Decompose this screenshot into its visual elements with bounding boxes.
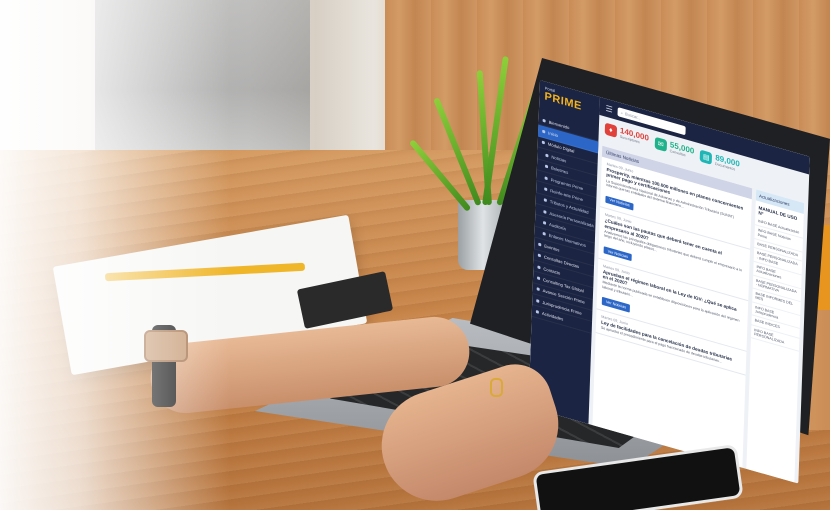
sidebar-item-icon xyxy=(536,287,540,292)
sidebar-item-label: Auditoría xyxy=(548,221,566,232)
sidebar-item-icon xyxy=(537,276,541,281)
sidebar-menu: Bienvenido Inicio Módulo Digital Noticias Bo… xyxy=(531,113,599,334)
news-panel: Últimas Noticias Martes 09, Junio Prosper… xyxy=(592,145,753,468)
sidebar-item-icon xyxy=(543,221,547,225)
sidebar-item-icon xyxy=(544,164,549,169)
stat-card: ▤ 89,000 Documentos xyxy=(700,149,740,173)
sidebar-item-label: Boletines xyxy=(550,165,569,176)
sidebar-item-icon xyxy=(542,118,546,123)
sidebar-item-icon xyxy=(537,264,541,269)
sidebar-item-icon xyxy=(542,129,546,134)
sidebar-item-icon xyxy=(543,209,547,214)
sidebar-item-icon xyxy=(544,175,548,180)
menu-icon[interactable]: ☰ xyxy=(605,103,612,114)
search-icon: ⌕ xyxy=(620,109,624,116)
stat-text: 140,000 Suscriptores xyxy=(620,126,649,147)
sidebar-item-icon xyxy=(536,298,540,303)
sidebar-item-label: Eventos xyxy=(544,243,560,253)
updates-panel: Actualizaciones MANUAL DE USO N° INFO BA… xyxy=(746,189,805,483)
sidebar-item-label: Noticias xyxy=(551,154,567,164)
sidebar-item-icon xyxy=(544,187,548,192)
stat-card: ✉ 55,000 Consultas xyxy=(654,136,695,160)
sidebar-item-icon xyxy=(545,153,549,158)
sidebar-item-icon xyxy=(538,242,542,247)
chat-icon: ✉ xyxy=(654,136,668,153)
sidebar-item-icon xyxy=(541,141,545,145)
sidebar-item-icon xyxy=(542,232,546,237)
view-news-button[interactable]: Ver Noticias xyxy=(603,246,633,262)
stat-text: 89,000 Documentos xyxy=(715,153,740,173)
doc-icon: ▤ xyxy=(700,149,713,165)
main-content: ♦ 140,000 Suscriptores ✉ 55,000 Consultas ▤ 89,… xyxy=(588,115,809,484)
sidebar-item-label: Inicio xyxy=(548,130,559,139)
updates-list: INFO BASE Actualización INFO BASE Noticia… xyxy=(750,216,804,353)
view-news-button[interactable]: Ver Noticias xyxy=(601,297,631,313)
sidebar-item-icon xyxy=(535,310,539,314)
view-news-button[interactable]: Ver Noticias xyxy=(605,195,634,211)
users-icon: ♦ xyxy=(604,122,618,138)
photo-scene: Portal PRIME Bienvenido Inicio Módulo Digi… xyxy=(0,0,830,510)
sidebar-item-label: Actividades xyxy=(541,310,564,322)
stat-text: 55,000 Consultas xyxy=(670,140,695,160)
sidebar-item-icon xyxy=(537,253,541,258)
gold-ring xyxy=(490,378,503,397)
stat-card: ♦ 140,000 Suscriptores xyxy=(604,122,649,147)
search-placeholder: Buscar... xyxy=(624,110,641,121)
white-fade-overlay xyxy=(0,0,230,510)
sidebar-item-icon xyxy=(543,198,547,203)
sidebar-item-label: Contacto xyxy=(543,265,561,276)
